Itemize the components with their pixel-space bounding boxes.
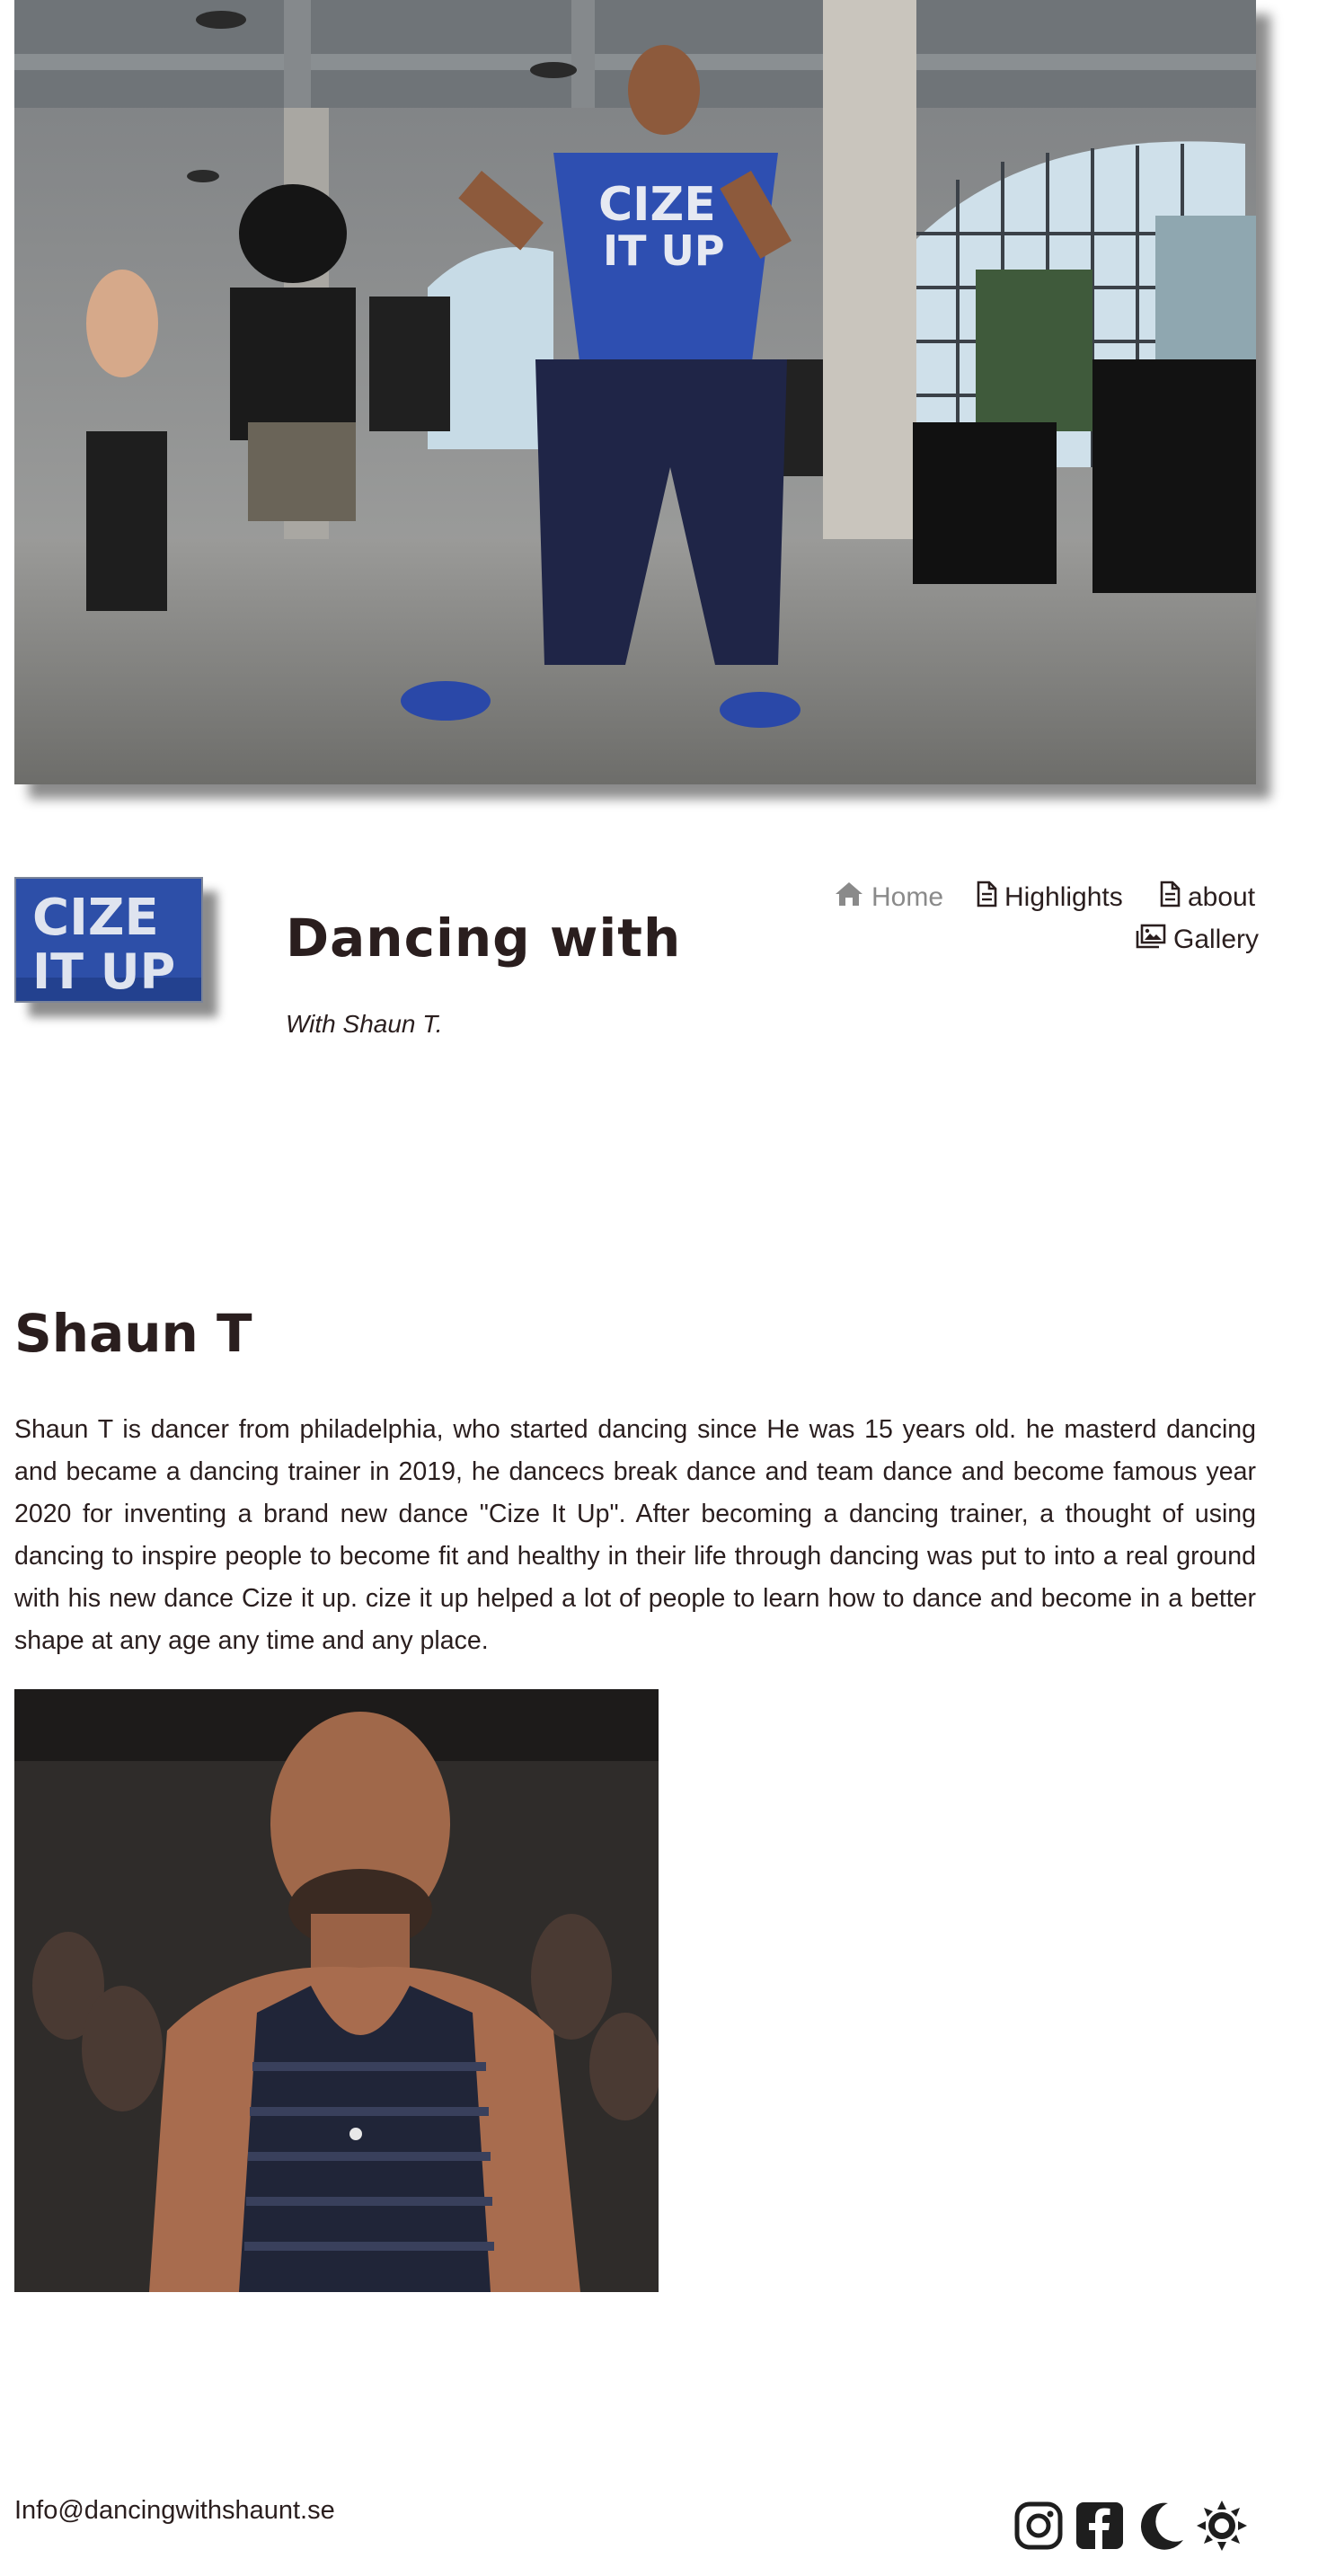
- hero-shirt-text-1: CIZE: [598, 178, 716, 232]
- nav-about[interactable]: about: [1159, 881, 1255, 915]
- images-icon: [1136, 924, 1166, 956]
- logo-text-2: IT UP: [32, 943, 175, 1000]
- nav-highlights[interactable]: Highlights: [976, 881, 1123, 915]
- hero-image: CIZE IT UP: [14, 0, 1256, 784]
- home-icon: [834, 881, 864, 915]
- nav-home[interactable]: Home: [834, 881, 943, 915]
- section-heading: Shaun T: [14, 1303, 252, 1364]
- site-subtitle: With Shaun T.: [286, 1010, 443, 1038]
- instagram-icon[interactable]: [1013, 2501, 1064, 2551]
- site-title: Dancing with: [286, 907, 682, 969]
- facebook-icon[interactable]: [1075, 2501, 1125, 2551]
- document-icon: [976, 881, 997, 915]
- document-icon: [1159, 881, 1181, 915]
- nav-gallery[interactable]: Gallery: [1136, 924, 1259, 956]
- site-logo[interactable]: CIZE IT UP: [14, 877, 203, 1003]
- nav-home-label: Home: [871, 882, 944, 912]
- dark-mode-moon-icon[interactable]: [1136, 2501, 1186, 2551]
- logo-text-1: CIZE: [32, 889, 159, 947]
- nav-about-label: about: [1188, 882, 1256, 912]
- bio-paragraph: Shaun T is dancer from philadelphia, who…: [14, 1415, 1256, 1655]
- footer-email-link[interactable]: Info@dancingwithshaunt.se: [14, 2496, 335, 2526]
- nav-gallery-label: Gallery: [1173, 925, 1260, 954]
- shaun-t-portrait: [14, 1689, 659, 2292]
- nav-highlights-label: Highlights: [1004, 882, 1123, 912]
- light-mode-sun-icon[interactable]: [1197, 2501, 1247, 2551]
- hero-shirt-text-2: IT UP: [603, 226, 725, 275]
